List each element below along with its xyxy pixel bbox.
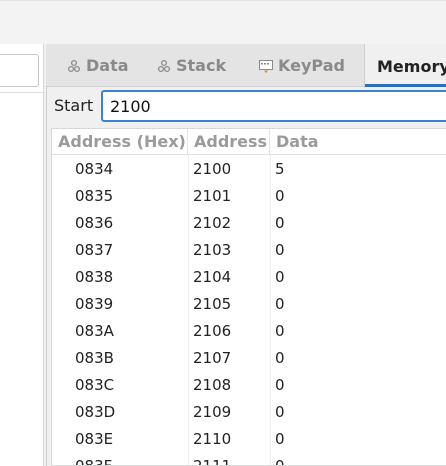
table-row[interactable]: 083E 2110 0 [52,425,446,452]
cell-address-hex: 083A [75,322,114,340]
cell-address-hex: 083D [75,403,116,421]
start-label: Start [54,96,94,115]
memory-table: Address (Hex) Address Data 0834 2100 5 0835… [51,128,446,466]
cell-data: 0 [275,214,285,232]
cell-data: 0 [275,349,285,367]
table-row[interactable]: 083A 2106 0 [52,317,446,344]
cell-address-hex: 083C [75,376,115,394]
cell-address: 2108 [193,376,232,394]
tab-memory[interactable]: Memory [364,44,446,88]
tab-data[interactable]: Data [66,44,129,87]
tab-keypad[interactable]: KeyPad [258,44,345,87]
cell-address-hex: 0836 [75,214,114,232]
table-row[interactable]: 0836 2102 0 [52,209,446,236]
cell-address-hex: 0835 [75,187,114,205]
cell-address: 2102 [193,214,232,232]
column-header-address-hex[interactable]: Address (Hex) [52,129,188,155]
cell-address: 2106 [193,322,232,340]
cell-address: 2105 [193,295,232,313]
cell-address-hex: 0834 [75,160,114,178]
tab-bar: Data Stack KeyPad Memory [46,44,446,88]
cell-address: 2109 [193,403,232,421]
cell-address-hex: 083E [75,430,114,448]
table-row[interactable]: 083B 2107 0 [52,344,446,371]
column-header-data[interactable]: Data [270,129,446,155]
cell-data: 0 [275,403,285,421]
table-row[interactable]: 0838 2104 0 [52,263,446,290]
cell-address: 2103 [193,241,232,259]
table-row[interactable]: 083C 2108 0 [52,371,446,398]
cell-data: 0 [275,187,285,205]
cell-address: 2110 [193,430,232,448]
cell-address: 2100 [193,160,232,178]
cell-address-hex: 0838 [75,268,114,286]
table-header: Address (Hex) Address Data [52,129,446,155]
cell-address-hex: 0837 [75,241,114,259]
cell-data: 5 [275,160,285,178]
left-input-field[interactable] [0,54,39,87]
cell-data: 0 [275,430,285,448]
stack-icon [156,58,172,74]
cell-address-hex: 083F [75,457,113,466]
cell-data: 0 [275,376,285,394]
left-pane-divider [0,92,43,93]
top-strip [0,0,446,45]
cell-address: 2111 [193,457,232,466]
tab-label: Memory [377,56,446,76]
table-row[interactable]: 0835 2101 0 [52,182,446,209]
table-row[interactable]: 083F 2111 0 [52,452,446,466]
table-row[interactable]: 083D 2109 0 [52,398,446,425]
tab-label: KeyPad [278,56,345,75]
cell-address: 2104 [193,268,232,286]
table-row[interactable]: 0839 2105 0 [52,290,446,317]
column-header-address[interactable]: Address [188,129,270,155]
cell-data: 0 [275,295,285,313]
tab-label: Stack [176,56,227,75]
keypad-icon [258,58,274,74]
cell-address-hex: 083B [75,349,114,367]
table-row[interactable]: 0834 2100 5 [52,155,446,182]
cell-address-hex: 0839 [75,295,114,313]
cell-address: 2101 [193,187,232,205]
start-address-input[interactable] [101,90,446,122]
variable-icon [66,58,82,74]
left-pane [0,44,43,466]
cell-data: 0 [275,268,285,286]
left-pane-border [43,44,44,466]
cell-address: 2107 [193,349,232,367]
tab-stack[interactable]: Stack [156,44,226,87]
table-row[interactable]: 0837 2103 0 [52,236,446,263]
tab-label: Data [86,56,129,75]
cell-data: 0 [275,457,285,466]
cell-data: 0 [275,241,285,259]
table-body: 0834 2100 5 0835 2101 0 0836 2102 0 0837 2103 0 0838… [52,155,446,466]
cell-data: 0 [275,322,285,340]
